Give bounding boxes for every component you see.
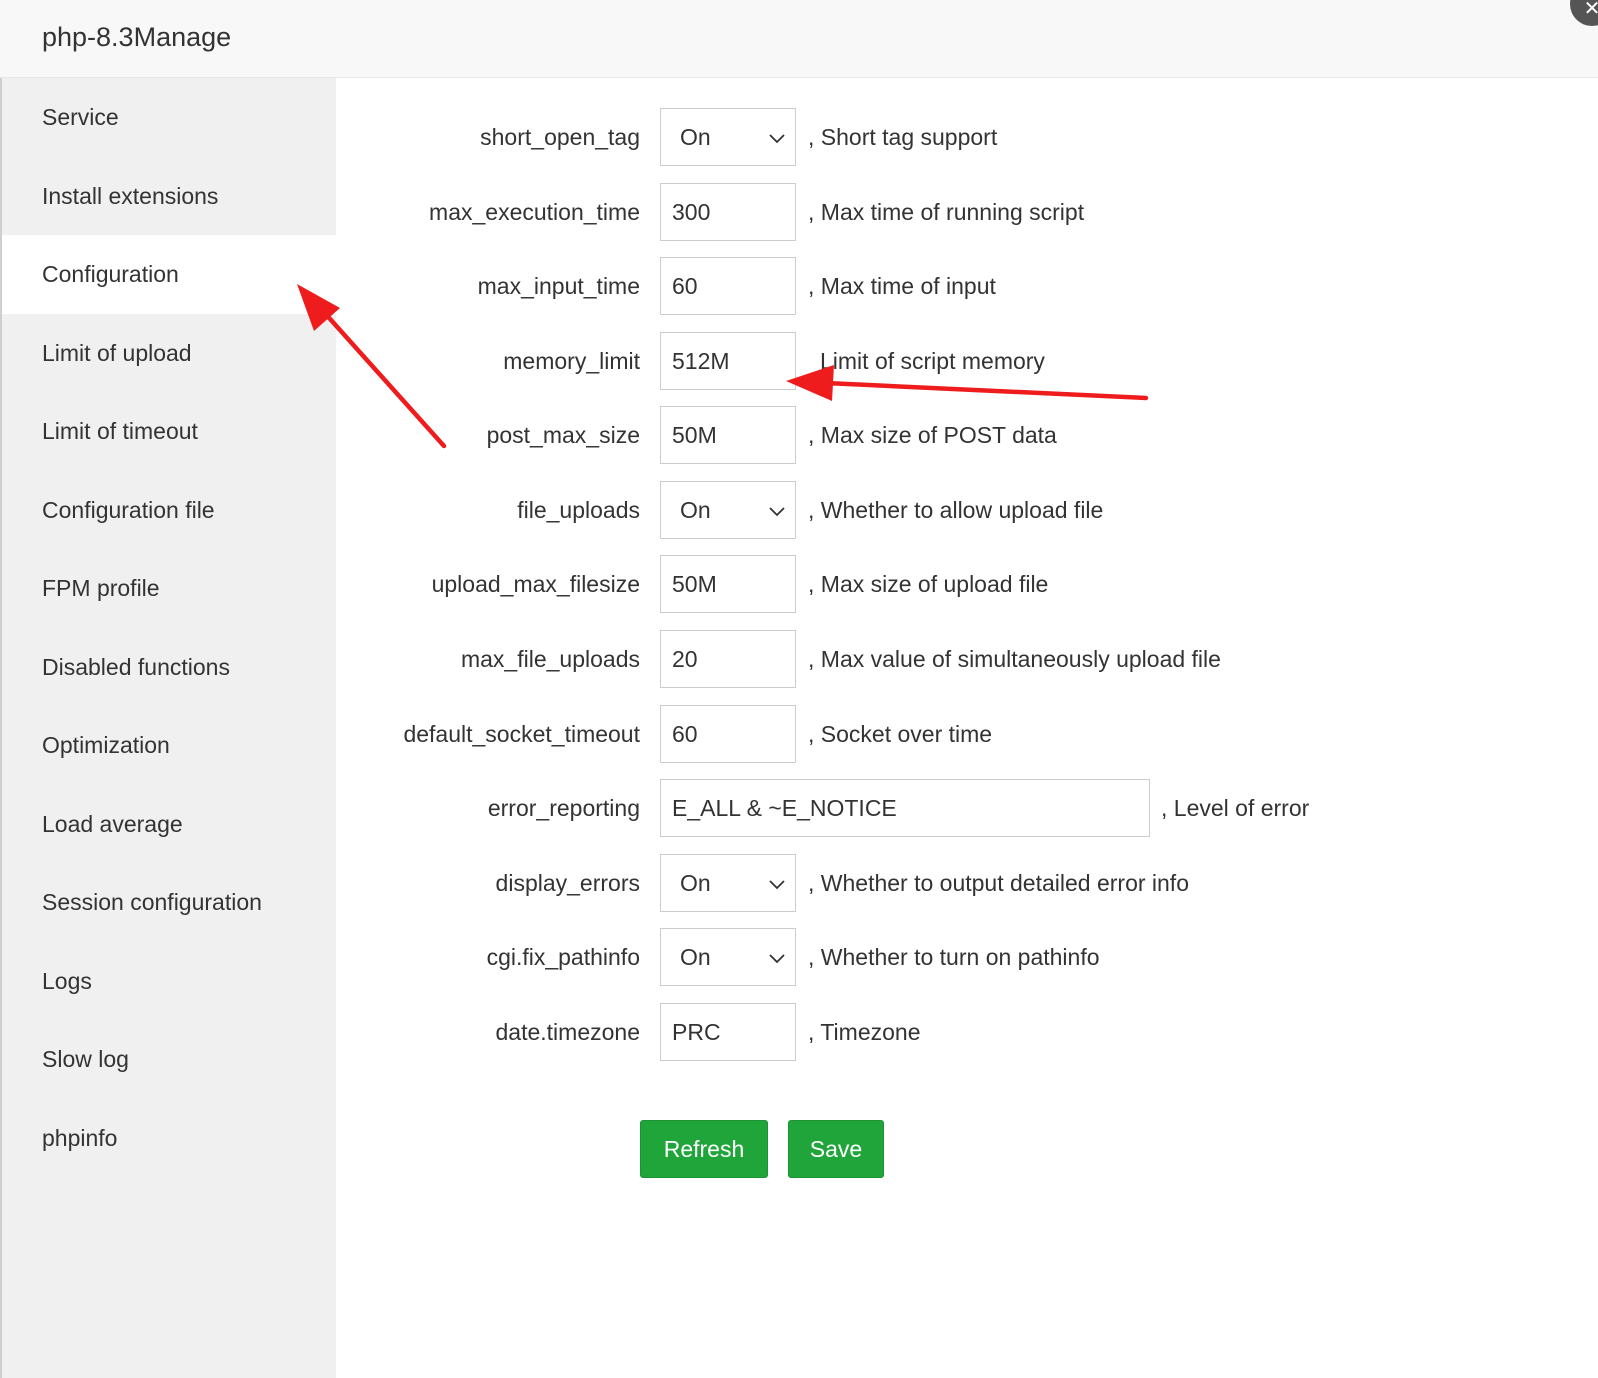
memory-limit-input[interactable] bbox=[660, 332, 796, 390]
sidebar-item-optimization[interactable]: Optimization bbox=[2, 706, 336, 785]
config-label: memory_limit bbox=[503, 348, 640, 374]
config-label: upload_max_filesize bbox=[431, 571, 640, 597]
config-description: , Whether to allow upload file bbox=[808, 497, 1104, 523]
chevron-down-icon bbox=[769, 507, 785, 517]
sidebar-item-disabled-functions[interactable]: Disabled functions bbox=[2, 628, 336, 707]
sidebar-item-session-configuration[interactable]: Session configuration bbox=[2, 863, 336, 942]
sidebar-item-load-average[interactable]: Load average bbox=[2, 785, 336, 864]
sidebar-item-configuration[interactable]: Configuration bbox=[2, 235, 336, 314]
sidebar-item-configuration-file[interactable]: Configuration file bbox=[2, 471, 336, 550]
chevron-down-icon bbox=[769, 134, 785, 144]
php-manage-window: php-8.3Manage ✕ Service Install extensio… bbox=[0, 0, 1598, 1378]
chevron-down-icon bbox=[769, 880, 785, 890]
config-label: file_uploads bbox=[517, 497, 640, 523]
sidebar-item-limit-of-upload[interactable]: Limit of upload bbox=[2, 314, 336, 393]
select-value: On bbox=[680, 944, 711, 970]
config-row-memory-limit: memory_limit Limit of script memory bbox=[336, 332, 1598, 390]
config-row-post-max-size: post_max_size , Max size of POST data bbox=[336, 406, 1598, 464]
sidebar: Service Install extensions Configuration… bbox=[2, 78, 336, 1378]
config-description: , Max time of running script bbox=[808, 199, 1085, 225]
config-label: default_socket_timeout bbox=[403, 721, 640, 747]
config-description: , Whether to output detailed error info bbox=[808, 870, 1189, 896]
window-titlebar: php-8.3Manage bbox=[0, 0, 1598, 78]
config-label: date.timezone bbox=[495, 1019, 640, 1045]
file-uploads-select[interactable]: On bbox=[660, 481, 796, 539]
config-description: , Timezone bbox=[808, 1019, 921, 1045]
config-label: short_open_tag bbox=[480, 124, 640, 150]
sidebar-item-install-extensions[interactable]: Install extensions bbox=[2, 157, 336, 236]
config-row-max-input-time: max_input_time , Max time of input bbox=[336, 257, 1598, 315]
display-errors-select[interactable]: On bbox=[660, 854, 796, 912]
config-row-cgi-fix-pathinfo: cgi.fix_pathinfo On , Whether to turn on… bbox=[336, 928, 1598, 986]
config-description: , Max value of simultaneously upload fil… bbox=[808, 646, 1221, 672]
config-label: max_file_uploads bbox=[460, 646, 640, 672]
config-description: , Socket over time bbox=[808, 721, 993, 747]
date-timezone-input[interactable] bbox=[660, 1003, 796, 1061]
error-reporting-input[interactable] bbox=[660, 779, 1150, 837]
config-description: , Max size of POST data bbox=[808, 422, 1057, 448]
default-socket-timeout-input[interactable] bbox=[660, 705, 796, 763]
sidebar-item-slow-log[interactable]: Slow log bbox=[2, 1020, 336, 1099]
config-row-default-socket-timeout: default_socket_timeout , Socket over tim… bbox=[336, 705, 1598, 763]
config-label: max_execution_time bbox=[429, 199, 640, 225]
sidebar-item-fpm-profile[interactable]: FPM profile bbox=[2, 549, 336, 628]
window-title: php-8.3Manage bbox=[42, 22, 232, 52]
config-description: , Max time of input bbox=[808, 273, 996, 299]
max-execution-time-input[interactable] bbox=[660, 183, 796, 241]
refresh-button[interactable]: Refresh bbox=[640, 1120, 768, 1178]
max-file-uploads-input[interactable] bbox=[660, 630, 796, 688]
config-row-max-file-uploads: max_file_uploads , Max value of simultan… bbox=[336, 630, 1598, 688]
config-description: Limit of script memory bbox=[820, 348, 1045, 374]
config-row-display-errors: display_errors On , Whether to output de… bbox=[336, 854, 1598, 912]
config-label: display_errors bbox=[495, 870, 640, 896]
sidebar-item-limit-of-timeout[interactable]: Limit of timeout bbox=[2, 392, 336, 471]
select-value: On bbox=[680, 124, 711, 150]
chevron-down-icon bbox=[769, 954, 785, 964]
sidebar-item-phpinfo[interactable]: phpinfo bbox=[2, 1099, 336, 1178]
config-label: error_reporting bbox=[487, 795, 640, 821]
config-label: max_input_time bbox=[477, 273, 640, 299]
sidebar-item-logs[interactable]: Logs bbox=[2, 942, 336, 1021]
sidebar-item-service[interactable]: Service bbox=[2, 78, 336, 157]
upload-max-filesize-input[interactable] bbox=[660, 555, 796, 613]
post-max-size-input[interactable] bbox=[660, 406, 796, 464]
config-row-short-open-tag: short_open_tag On , Short tag support bbox=[336, 108, 1598, 166]
cgi-fix-pathinfo-select[interactable]: On bbox=[660, 928, 796, 986]
config-form: short_open_tag On , Short tag support ma… bbox=[336, 78, 1598, 1378]
short-open-tag-select[interactable]: On bbox=[660, 108, 796, 166]
config-row-upload-max-filesize: upload_max_filesize , Max size of upload… bbox=[336, 555, 1598, 613]
config-label: post_max_size bbox=[486, 422, 640, 448]
config-row-date-timezone: date.timezone , Timezone bbox=[336, 1003, 1598, 1061]
config-row-error-reporting: error_reporting , Level of error bbox=[336, 779, 1598, 837]
config-description: , Whether to turn on pathinfo bbox=[808, 944, 1100, 970]
save-button[interactable]: Save bbox=[788, 1120, 884, 1178]
select-value: On bbox=[680, 497, 711, 523]
config-description: , Max size of upload file bbox=[808, 571, 1049, 597]
config-description: , Level of error bbox=[1161, 795, 1310, 821]
config-description: , Short tag support bbox=[808, 124, 998, 150]
select-value: On bbox=[680, 870, 711, 896]
config-row-file-uploads: file_uploads On , Whether to allow uploa… bbox=[336, 481, 1598, 539]
config-label: cgi.fix_pathinfo bbox=[486, 944, 640, 970]
max-input-time-input[interactable] bbox=[660, 257, 796, 315]
config-row-max-execution-time: max_execution_time , Max time of running… bbox=[336, 183, 1598, 241]
